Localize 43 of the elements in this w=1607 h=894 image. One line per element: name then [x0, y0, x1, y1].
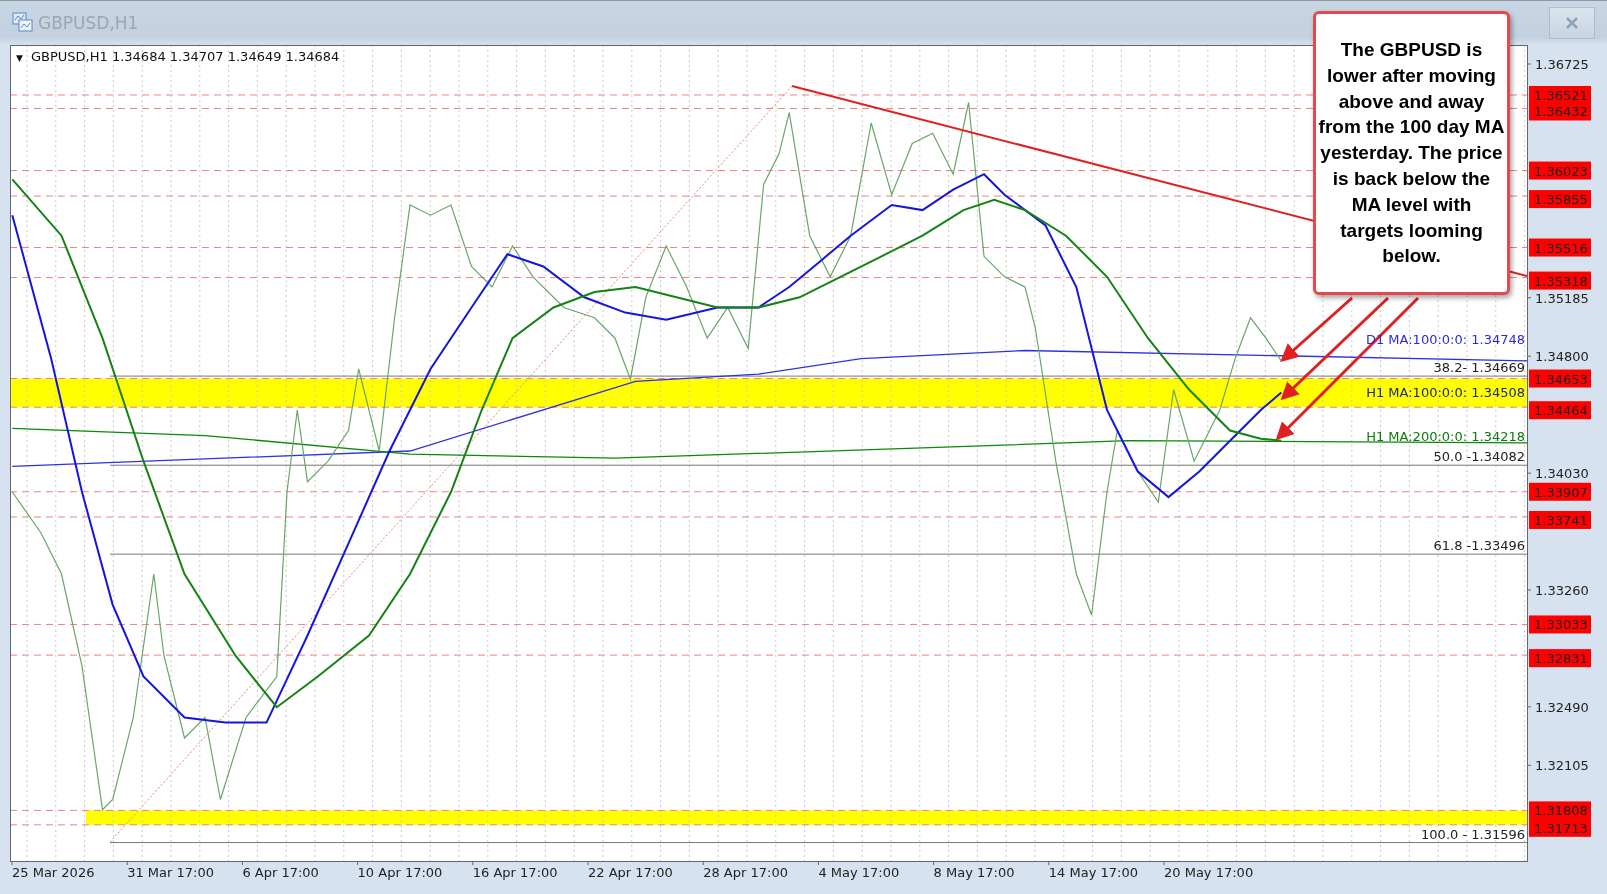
fibonacci-label: 38.2- 1.34669: [1433, 360, 1525, 376]
price-level-tag: 1.31808: [1529, 801, 1591, 820]
time-axis-label: 4 May 17:00: [818, 865, 900, 880]
time-axis-label: 6 Apr 17:00: [242, 865, 319, 880]
price-axis-label: 1.36725: [1535, 57, 1589, 72]
price-axis-label: 1.32105: [1535, 758, 1589, 774]
time-axis-label: 25 Mar 2026: [12, 865, 95, 880]
price-axis-label: 1.35185: [1535, 290, 1589, 306]
fibonacci-label: 50.0 -1.34082: [1433, 449, 1525, 465]
price-level-tag: 1.36432: [1529, 102, 1591, 121]
price-axis-label: 1.34030: [1535, 466, 1589, 482]
time-axis-label: 16 Apr 17:00: [472, 865, 558, 880]
price-level-tag: 1.34653: [1529, 369, 1591, 388]
fibonacci-label: 100.0 - 1.31596: [1421, 826, 1525, 842]
time-axis-label: 28 Apr 17:00: [703, 865, 788, 880]
price-level-tag: 1.33741: [1529, 510, 1591, 529]
price-level-tag: 1.35855: [1529, 190, 1591, 209]
price-level-tag: 1.36023: [1529, 161, 1591, 180]
price-level-tag: 1.35516: [1529, 238, 1591, 257]
price-level-tag: 1.34464: [1529, 401, 1591, 420]
time-axis-label: 20 May 17:00: [1164, 865, 1254, 880]
annotation-callout: The GBPUSD is lower after moving above and away from the 100 day MA yesterday. The price is back below the MA level with targets looming below.: [1313, 11, 1510, 295]
price-axis-label: 1.33260: [1535, 583, 1589, 598]
chart-window-icon: [12, 12, 34, 34]
time-axis-label: 22 Apr 17:00: [588, 865, 673, 880]
dropdown-icon[interactable]: ▼: [16, 53, 23, 63]
fibonacci-label: 61.8 -1.33496: [1433, 538, 1525, 554]
price-level-tag: 1.33907: [1529, 482, 1591, 501]
price-level-tag: 1.36521: [1529, 85, 1591, 104]
close-icon: [1565, 16, 1579, 30]
time-axis-label: 14 May 17:00: [1048, 865, 1138, 880]
price-axis-label: 1.32490: [1535, 699, 1589, 715]
price-level-tag: 1.32831: [1529, 649, 1591, 668]
moving-average-label: H1 MA:100:0:0: 1.34508: [1366, 384, 1525, 400]
price-axis-label: 1.34800: [1535, 349, 1589, 365]
chart-header: GBPUSD,H1 1.34684 1.34707 1.34649 1.34684: [31, 49, 340, 64]
moving-average-label: H1 MA:200:0:0: 1.34218: [1366, 428, 1525, 444]
price-level-tag: 1.35318: [1529, 271, 1591, 290]
time-axis-label: 31 Mar 17:00: [127, 865, 214, 880]
time-axis-label: 10 Apr 17:00: [357, 865, 443, 880]
price-level-tag: 1.33033: [1529, 615, 1591, 634]
time-axis-label: 8 May 17:00: [933, 865, 1015, 880]
close-button[interactable]: [1549, 7, 1595, 39]
